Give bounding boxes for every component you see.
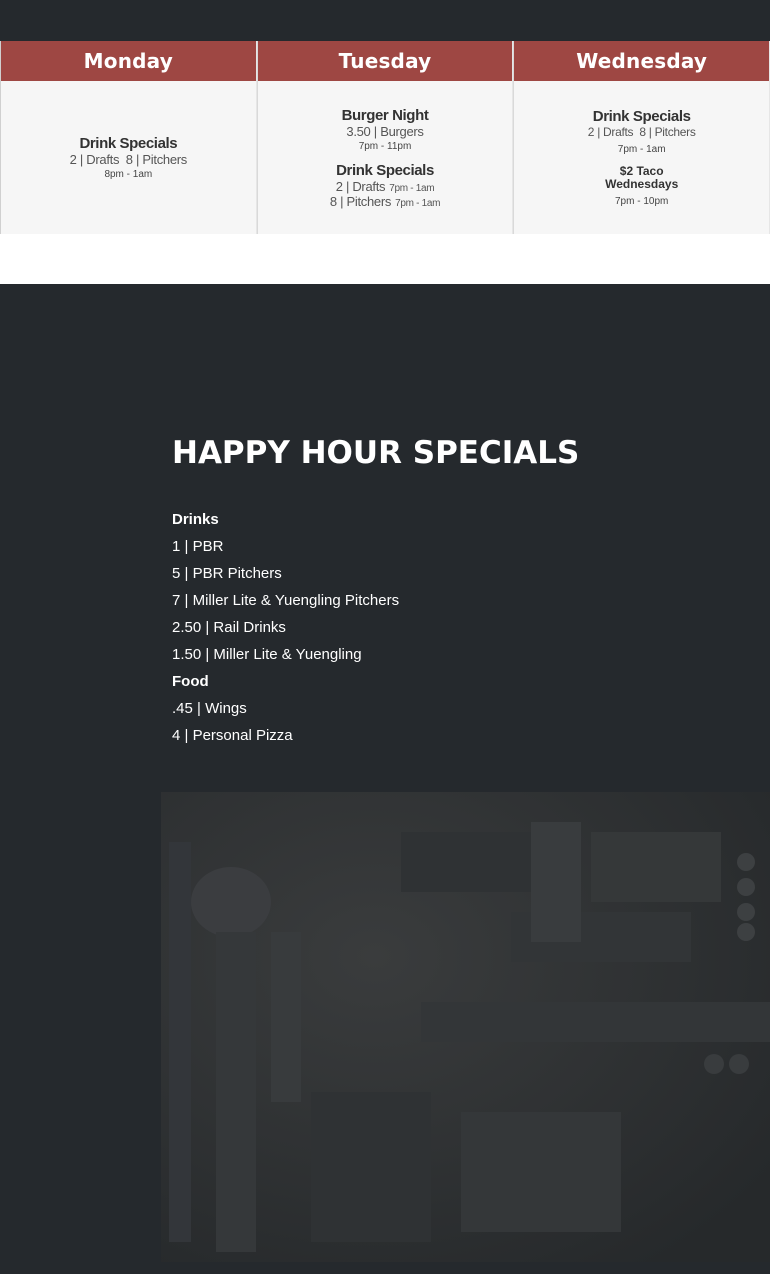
top-dark-band	[0, 0, 770, 41]
pitchers-time: 7pm - 1am	[395, 197, 441, 209]
burger-price: 3.50 | Burgers	[346, 123, 424, 139]
list-item: 1.50 | Miller Lite & Yuengling	[172, 646, 362, 663]
special-time: 8pm - 1am	[104, 169, 153, 180]
pitchers-line: 8 | Pitchers 7pm - 1am	[329, 193, 441, 209]
burger-night-title: Burger Night	[341, 106, 429, 124]
taco-title-line2: Wednesdays	[605, 177, 679, 191]
weekly-specials-schedule: Monday Drink Specials 2 | Drafts 8 | Pit…	[0, 41, 770, 234]
day-column-wednesday: Wednesday Drink Specials 2 | Drafts 8 | …	[513, 41, 770, 234]
special-time: 7pm - 1am	[617, 144, 666, 155]
bar-tap-photo-art	[161, 792, 770, 1262]
list-item: .45 | Wings	[172, 700, 247, 717]
special-title: Drink Specials	[592, 108, 691, 125]
day-column-tuesday: Tuesday Burger Night 3.50 | Burgers 7pm …	[256, 41, 514, 234]
day-body-wednesday: Drink Specials 2 | Drafts 8 | Pitchers 7…	[514, 81, 769, 234]
day-header-wednesday: Wednesday	[514, 41, 770, 81]
drafts-price: 2 | Drafts	[335, 178, 386, 194]
happy-hour-title: HAPPY HOUR SPECIALS	[172, 435, 580, 471]
special-prices: 2 | Drafts 8 | Pitchers	[69, 152, 188, 167]
day-body-tuesday: Burger Night 3.50 | Burgers 7pm - 11pm D…	[258, 81, 513, 234]
special-prices: 2 | Drafts 8 | Pitchers	[587, 125, 696, 139]
list-item: 2.50 | Rail Drinks	[172, 619, 286, 636]
list-item: 4 | Personal Pizza	[172, 727, 293, 744]
taco-time: 7pm - 10pm	[615, 196, 669, 207]
happy-hour-section: HAPPY HOUR SPECIALS Drinks 1 | PBR 5 | P…	[0, 284, 770, 1274]
drinks-heading: Drinks	[172, 511, 219, 528]
pitchers-price: 8 | Pitchers	[329, 193, 392, 209]
special-title: Drink Specials	[79, 135, 178, 152]
list-item: 1 | PBR	[172, 538, 224, 555]
list-item: 7 | Miller Lite & Yuengling Pitchers	[172, 592, 400, 609]
drink-specials-title: Drink Specials	[336, 161, 434, 179]
day-header-monday: Monday	[1, 41, 256, 81]
bar-tap-photo	[161, 792, 770, 1262]
section-divider	[0, 234, 770, 284]
drafts-time: 7pm - 1am	[389, 182, 435, 194]
happy-hour-list: Drinks 1 | PBR 5 | PBR Pitchers 7 | Mill…	[172, 506, 399, 749]
list-item: 5 | PBR Pitchers	[172, 565, 282, 582]
day-header-tuesday: Tuesday	[257, 41, 513, 81]
day-body-monday: Drink Specials 2 | Drafts 8 | Pitchers 8…	[1, 81, 256, 234]
drafts-line: 2 | Drafts 7pm - 1am	[336, 179, 435, 194]
day-column-monday: Monday Drink Specials 2 | Drafts 8 | Pit…	[0, 41, 257, 234]
burger-time: 7pm - 11pm	[358, 140, 412, 152]
food-heading: Food	[172, 673, 209, 690]
